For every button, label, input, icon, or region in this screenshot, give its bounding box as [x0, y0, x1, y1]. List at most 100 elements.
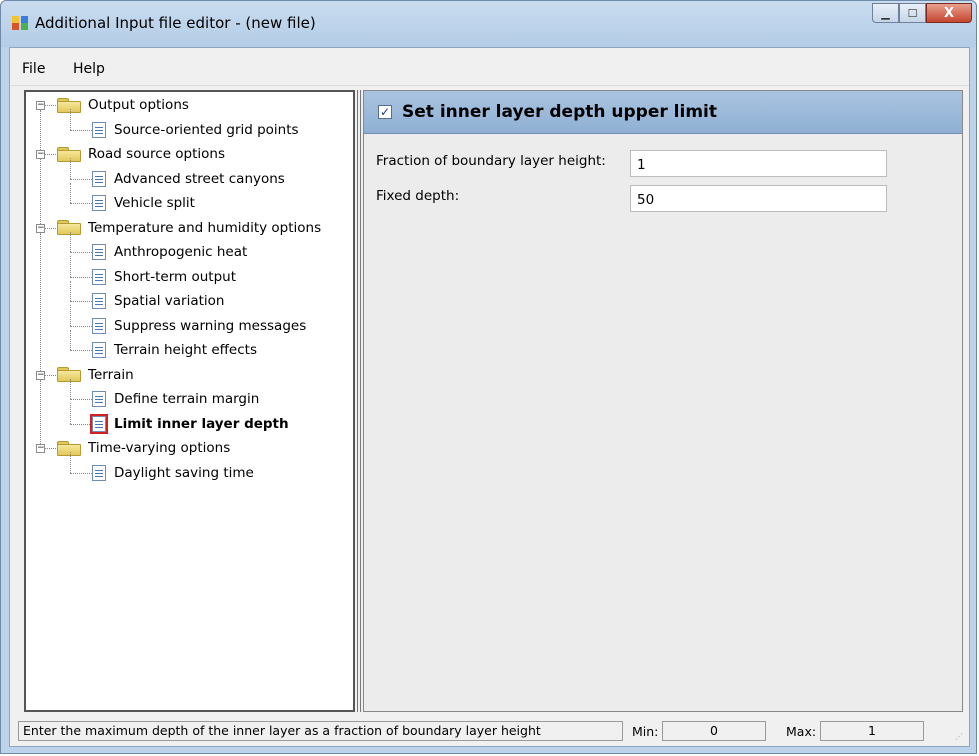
maximize-button[interactable]: ☐	[899, 3, 926, 23]
tree-connector	[70, 129, 92, 131]
tree-connector	[70, 301, 92, 302]
panel-splitter[interactable]	[357, 90, 361, 712]
tree-item[interactable]: Limit inner layer depth	[90, 412, 289, 436]
tree-connector	[70, 276, 92, 278]
fraction-label: Fraction of boundary layer height:	[376, 153, 606, 169]
tree-item[interactable]: Define terrain margin	[92, 387, 259, 411]
tree-item-label: Suppress warning messages	[114, 317, 307, 334]
tree-connector	[40, 110, 41, 150]
tree-item-label: Temperature and humidity options	[88, 219, 322, 236]
tree-folder[interactable]: Road source options	[56, 142, 225, 166]
tree-connector	[70, 403, 71, 424]
tree-connector	[40, 232, 41, 371]
tree-connector	[70, 399, 92, 400]
tree-connector	[70, 158, 71, 179]
tree-folder[interactable]: Output options	[56, 93, 189, 117]
status-message: Enter the maximum depth of the inner lay…	[18, 721, 623, 741]
menu-bar: File Help	[10, 48, 969, 86]
tree-item[interactable]: Daylight saving time	[92, 461, 254, 485]
tree-connector	[70, 182, 71, 203]
tree-item-label: Road source options	[88, 146, 226, 162]
tree-item[interactable]: Spatial variation	[92, 289, 224, 313]
tree-item[interactable]: Suppress warning messages	[92, 314, 306, 338]
tree-folder[interactable]: Temperature and humidity options	[56, 216, 321, 240]
tree-item-label: Limit inner layer depth	[114, 415, 289, 432]
app-icon	[12, 16, 28, 30]
tree-connector	[70, 280, 71, 301]
tree-connector	[70, 452, 71, 473]
tree-connector	[70, 178, 92, 180]
tree-item[interactable]: Terrain height effects	[92, 338, 257, 362]
tree-connector	[70, 305, 71, 326]
collapse-icon[interactable]: −	[36, 101, 45, 110]
document-icon	[92, 317, 106, 334]
collapse-icon[interactable]: −	[36, 223, 45, 233]
collapse-icon[interactable]: −	[36, 444, 45, 453]
tree-connector	[70, 231, 71, 252]
tree-folder[interactable]: Time-varying options	[56, 436, 230, 460]
close-button[interactable]: X	[926, 3, 972, 23]
options-tree[interactable]: − Output options Source-oriented grid poin…	[24, 90, 355, 712]
tree-item[interactable]: Advanced street canyons	[92, 167, 285, 191]
tree-connector	[70, 350, 92, 351]
tree-item[interactable]: Vehicle split	[92, 191, 195, 215]
tree-item-label: Source-oriented grid points	[114, 121, 299, 138]
document-icon	[92, 391, 106, 407]
tree-connector	[70, 423, 92, 425]
tree-item-label: Advanced street canyons	[114, 170, 285, 187]
enable-checkbox[interactable]: ✓	[378, 105, 392, 119]
tree-connector	[70, 378, 71, 399]
tree-folder[interactable]: Terrain	[56, 363, 134, 387]
folder-icon	[56, 97, 82, 113]
resize-grip-icon[interactable]: ⋰	[955, 732, 965, 742]
menu-file[interactable]: File	[22, 61, 45, 77]
tree-item-label: Output options	[88, 97, 189, 113]
tree-connector	[70, 329, 71, 350]
tree-item-label: Anthropogenic heat	[114, 244, 248, 260]
tree-connector	[70, 252, 92, 253]
maximize-icon: ☐	[907, 6, 918, 20]
tree-connector	[40, 379, 41, 444]
tree-item-label: Daylight saving time	[114, 464, 254, 481]
document-icon	[92, 464, 106, 481]
minimize-icon: ▁	[881, 6, 890, 20]
fraction-input[interactable]: 1	[630, 150, 887, 177]
tree-item-label: Vehicle split	[114, 195, 195, 211]
fixed-depth-label: Fixed depth:	[376, 188, 460, 204]
collapse-icon[interactable]: −	[36, 150, 45, 159]
document-icon	[92, 342, 106, 358]
tree-connector	[70, 256, 71, 277]
tree-connector	[45, 227, 56, 229]
tree-connector	[70, 203, 92, 204]
tree-connector	[40, 159, 41, 224]
minimize-button[interactable]: ▁	[872, 3, 899, 23]
fixed-depth-input[interactable]: 50	[630, 185, 887, 212]
tree-item[interactable]: Anthropogenic heat	[92, 240, 247, 264]
tree-item[interactable]: Short-term output	[92, 265, 236, 289]
min-label: Min:	[632, 724, 659, 739]
folder-icon	[56, 440, 82, 456]
document-icon	[92, 293, 106, 309]
folder-icon	[56, 146, 82, 162]
tree-item-label: Short-term output	[114, 268, 236, 285]
document-icon	[92, 195, 106, 211]
menu-help[interactable]: Help	[73, 61, 105, 77]
tree-connector	[45, 374, 56, 376]
settings-panel: ✓ Set inner layer depth upper limit Frac…	[363, 90, 963, 712]
document-icon	[92, 244, 106, 260]
close-icon: X	[943, 5, 955, 21]
tree-item[interactable]: Source-oriented grid points	[92, 118, 299, 142]
window-title: Additional Input file editor - (new file…	[35, 14, 316, 32]
status-bar: Enter the maximum depth of the inner lay…	[10, 715, 969, 746]
folder-icon	[56, 220, 82, 235]
document-icon	[90, 413, 108, 434]
section-title: Set inner layer depth upper limit	[402, 102, 717, 122]
tree-connector	[45, 105, 56, 106]
document-icon	[92, 268, 106, 285]
title-bar: Additional Input file editor - (new file…	[1, 1, 976, 47]
folder-icon	[56, 367, 82, 382]
tree-item-label: Spatial variation	[114, 293, 225, 309]
max-value: 1	[820, 721, 924, 741]
tree-connector	[70, 109, 71, 130]
collapse-icon[interactable]: −	[36, 370, 45, 380]
